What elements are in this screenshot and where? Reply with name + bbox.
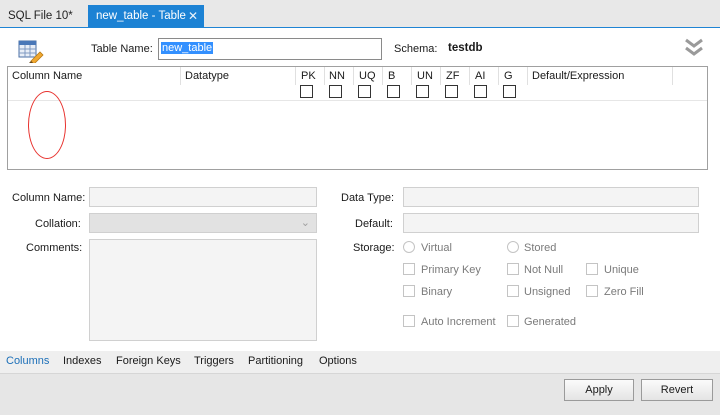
ai-checkbox[interactable] — [474, 85, 487, 98]
tab-new-table[interactable]: new_table - Table ✕ — [88, 5, 204, 27]
collation-label: Collation: — [35, 218, 81, 230]
un-checkbox[interactable] — [416, 85, 429, 98]
pk-checkbox[interactable] — [300, 85, 313, 98]
auto-increment-label: Auto Increment — [421, 316, 496, 328]
uq-checkbox[interactable] — [358, 85, 371, 98]
tab-sql-file-label: SQL File 10* — [8, 10, 73, 22]
stored-label: Stored — [524, 242, 557, 254]
tab-foreign-keys[interactable]: Foreign Keys — [116, 355, 181, 367]
col-header-uq[interactable]: UQ — [359, 70, 376, 82]
col-header-b[interactable]: B — [388, 70, 395, 82]
not-null-label: Not Null — [524, 264, 564, 276]
default-label: Default: — [355, 218, 393, 230]
unsigned-label: Unsigned — [524, 286, 571, 298]
annotation-ellipse — [28, 91, 66, 159]
chevron-down-icon: ⌄ — [300, 217, 310, 229]
primary-key-label: Primary Key — [421, 264, 481, 276]
collation-select[interactable]: ⌄ — [89, 213, 317, 233]
comments-label: Comments: — [26, 242, 83, 254]
tab-options[interactable]: Options — [319, 355, 357, 367]
unsigned-checkbox[interactable] — [507, 285, 519, 297]
table-name-label: Table Name: — [91, 43, 153, 55]
action-bar: Apply Revert — [0, 373, 720, 415]
data-type-label: Data Type: — [341, 192, 394, 204]
binary-label: Binary — [421, 286, 453, 298]
unique-checkbox[interactable] — [586, 263, 598, 275]
col-header-column-name[interactable]: Column Name — [12, 70, 82, 82]
unique-label: Unique — [604, 264, 639, 276]
schema-label: Schema: — [394, 43, 438, 55]
col-header-default[interactable]: Default/Expression — [532, 70, 624, 82]
col-header-zf[interactable]: ZF — [446, 70, 459, 82]
apply-button[interactable]: Apply — [564, 379, 634, 401]
col-header-nn[interactable]: NN — [329, 70, 345, 82]
tab-partitioning[interactable]: Partitioning — [248, 355, 303, 367]
g-checkbox[interactable] — [503, 85, 516, 98]
tab-new-table-label: new_table - Table — [96, 10, 186, 22]
columns-grid[interactable]: Column Name Datatype PK NN UQ B UN ZF AI… — [7, 66, 708, 170]
zero-fill-label: Zero Fill — [604, 286, 644, 298]
col-header-g[interactable]: G — [504, 70, 513, 82]
table-name-value: new_table — [161, 42, 214, 54]
storage-label: Storage: — [353, 242, 395, 254]
col-header-datatype[interactable]: Datatype — [185, 70, 229, 82]
virtual-radio[interactable] — [403, 241, 415, 253]
schema-value: testdb — [448, 42, 483, 54]
table-name-input[interactable]: new_table — [158, 38, 382, 60]
column-name-field[interactable] — [89, 187, 317, 207]
generated-checkbox[interactable] — [507, 315, 519, 327]
zero-fill-checkbox[interactable] — [586, 285, 598, 297]
nn-checkbox[interactable] — [329, 85, 342, 98]
editor-tab-bar: SQL File 10* new_table - Table ✕ — [0, 0, 720, 28]
auto-increment-checkbox[interactable] — [403, 315, 415, 327]
binary-checkbox[interactable] — [403, 285, 415, 297]
col-header-pk[interactable]: PK — [301, 70, 316, 82]
chevron-double-down-icon[interactable] — [683, 38, 705, 58]
grid-header: Column Name Datatype PK NN UQ B UN ZF AI… — [8, 67, 707, 101]
generated-label: Generated — [524, 316, 576, 328]
data-type-field[interactable] — [403, 187, 699, 207]
table-icon — [18, 40, 44, 63]
zf-checkbox[interactable] — [445, 85, 458, 98]
stored-radio[interactable] — [507, 241, 519, 253]
primary-key-checkbox[interactable] — [403, 263, 415, 275]
col-header-un[interactable]: UN — [417, 70, 433, 82]
b-checkbox[interactable] — [387, 85, 400, 98]
default-field[interactable] — [403, 213, 699, 233]
tab-columns[interactable]: Columns — [6, 355, 49, 367]
not-null-checkbox[interactable] — [507, 263, 519, 275]
col-header-ai[interactable]: AI — [475, 70, 485, 82]
editor-subtabs: Columns Indexes Foreign Keys Triggers Pa… — [0, 351, 720, 373]
tab-triggers[interactable]: Triggers — [194, 355, 234, 367]
tab-indexes[interactable]: Indexes — [63, 355, 102, 367]
tab-sql-file[interactable]: SQL File 10* — [0, 5, 86, 27]
column-name-label: Column Name: — [12, 192, 86, 204]
comments-textarea[interactable] — [89, 239, 317, 341]
close-icon[interactable]: ✕ — [188, 5, 198, 27]
revert-button[interactable]: Revert — [641, 379, 713, 401]
virtual-label: Virtual — [421, 242, 452, 254]
